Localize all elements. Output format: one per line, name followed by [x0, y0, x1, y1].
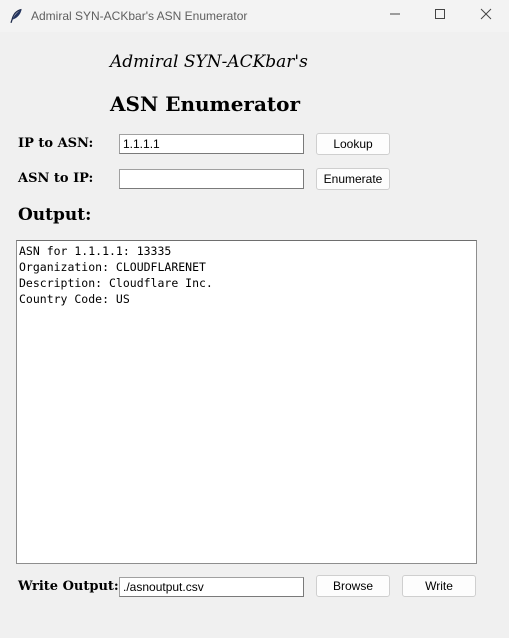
maximize-icon: [434, 7, 446, 25]
app-title: ASN Enumerator: [110, 92, 301, 116]
ip-input[interactable]: [119, 134, 304, 154]
write-output-label: Write Output:: [18, 579, 119, 594]
output-textbox[interactable]: ASN for 1.1.1.1: 13335 Organization: CLO…: [16, 240, 477, 564]
output-label: Output:: [18, 205, 92, 225]
enumerate-button[interactable]: Enumerate: [316, 168, 390, 190]
minimize-icon: [389, 7, 401, 25]
close-icon: [480, 7, 492, 25]
window-title: Admiral SYN-ACKbar's ASN Enumerator: [31, 9, 248, 23]
app-subtitle: Admiral SYN-ACKbar's: [110, 52, 308, 72]
lookup-button[interactable]: Lookup: [316, 133, 390, 155]
ip-to-asn-label: IP to ASN:: [18, 136, 94, 151]
output-line: ASN for 1.1.1.1: 13335: [19, 244, 172, 258]
output-line: Country Code: US: [19, 292, 130, 306]
maximize-button[interactable]: [417, 0, 463, 32]
asn-to-ip-label: ASN to IP:: [18, 171, 94, 186]
minimize-button[interactable]: [372, 0, 418, 32]
browse-button[interactable]: Browse: [316, 575, 390, 597]
output-path-input[interactable]: [119, 577, 304, 597]
write-button[interactable]: Write: [402, 575, 476, 597]
output-line: Organization: CLOUDFLARENET: [19, 260, 206, 274]
output-line: Description: Cloudflare Inc.: [19, 276, 213, 290]
close-button[interactable]: [463, 0, 509, 32]
feather-icon: [8, 8, 24, 24]
asn-input[interactable]: [119, 169, 304, 189]
title-bar[interactable]: Admiral SYN-ACKbar's ASN Enumerator: [0, 0, 509, 32]
